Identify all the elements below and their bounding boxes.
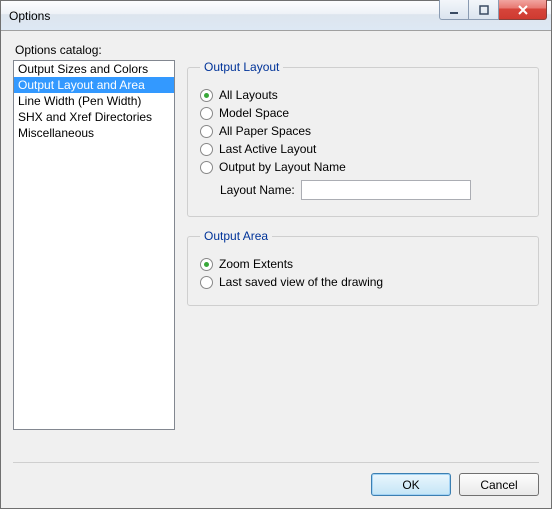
- options-catalog-listbox[interactable]: Output Sizes and Colors Output Layout an…: [13, 60, 175, 430]
- window-controls: [439, 0, 547, 20]
- layout-name-row: Layout Name:: [220, 180, 526, 200]
- list-item[interactable]: Output Sizes and Colors: [14, 61, 174, 77]
- radio-label: Last saved view of the drawing: [219, 275, 383, 289]
- list-item[interactable]: Line Width (Pen Width): [14, 93, 174, 109]
- radio-label: All Layouts: [219, 88, 278, 102]
- radio-icon: [200, 89, 213, 102]
- radio-label: All Paper Spaces: [219, 124, 311, 138]
- output-area-legend: Output Area: [200, 229, 272, 243]
- titlebar: Options: [1, 1, 551, 31]
- close-button[interactable]: [499, 0, 547, 20]
- client-area: Options catalog: Output Sizes and Colors…: [1, 31, 551, 508]
- minimize-icon: [449, 5, 459, 15]
- output-layout-group: Output Layout All Layouts Model Space Al…: [187, 60, 539, 217]
- button-label: Cancel: [480, 478, 517, 492]
- radio-label: Last Active Layout: [219, 142, 316, 156]
- output-area-group: Output Area Zoom Extents Last saved view…: [187, 229, 539, 306]
- list-item-label: Output Sizes and Colors: [18, 62, 148, 76]
- radio-output-by-layout-name[interactable]: Output by Layout Name: [200, 160, 526, 174]
- dialog-buttons: OK Cancel: [13, 473, 539, 496]
- list-item-label: Line Width (Pen Width): [18, 94, 141, 108]
- radio-icon: [200, 258, 213, 271]
- window-title: Options: [9, 9, 50, 23]
- radio-icon: [200, 143, 213, 156]
- radio-last-active-layout[interactable]: Last Active Layout: [200, 142, 526, 156]
- radio-label: Output by Layout Name: [219, 160, 346, 174]
- output-layout-legend: Output Layout: [200, 60, 283, 74]
- radio-icon: [200, 107, 213, 120]
- list-item-label: SHX and Xref Directories: [18, 110, 152, 124]
- list-item[interactable]: SHX and Xref Directories: [14, 109, 174, 125]
- layout-name-label: Layout Name:: [220, 183, 295, 197]
- right-pane: Output Layout All Layouts Model Space Al…: [187, 60, 539, 458]
- layout-name-input[interactable]: [301, 180, 471, 200]
- radio-icon: [200, 161, 213, 174]
- close-icon: [517, 5, 529, 15]
- minimize-button[interactable]: [439, 0, 469, 20]
- radio-model-space[interactable]: Model Space: [200, 106, 526, 120]
- radio-zoom-extents[interactable]: Zoom Extents: [200, 257, 526, 271]
- radio-all-paper-spaces[interactable]: All Paper Spaces: [200, 124, 526, 138]
- maximize-button[interactable]: [469, 0, 499, 20]
- list-item-label: Output Layout and Area: [18, 78, 145, 92]
- divider: [13, 462, 539, 463]
- options-dialog: Options Options catalog: Output Sizes an…: [0, 0, 552, 509]
- maximize-icon: [479, 5, 489, 15]
- radio-all-layouts[interactable]: All Layouts: [200, 88, 526, 102]
- cancel-button[interactable]: Cancel: [459, 473, 539, 496]
- button-label: OK: [402, 478, 419, 492]
- radio-icon: [200, 276, 213, 289]
- radio-icon: [200, 125, 213, 138]
- radio-label: Zoom Extents: [219, 257, 293, 271]
- radio-label: Model Space: [219, 106, 289, 120]
- list-item-label: Miscellaneous: [18, 126, 94, 140]
- options-catalog-label: Options catalog:: [15, 43, 539, 57]
- ok-button[interactable]: OK: [371, 473, 451, 496]
- list-item[interactable]: Output Layout and Area: [14, 77, 174, 93]
- columns: Output Sizes and Colors Output Layout an…: [13, 60, 539, 458]
- radio-last-saved-view[interactable]: Last saved view of the drawing: [200, 275, 526, 289]
- list-item[interactable]: Miscellaneous: [14, 125, 174, 141]
